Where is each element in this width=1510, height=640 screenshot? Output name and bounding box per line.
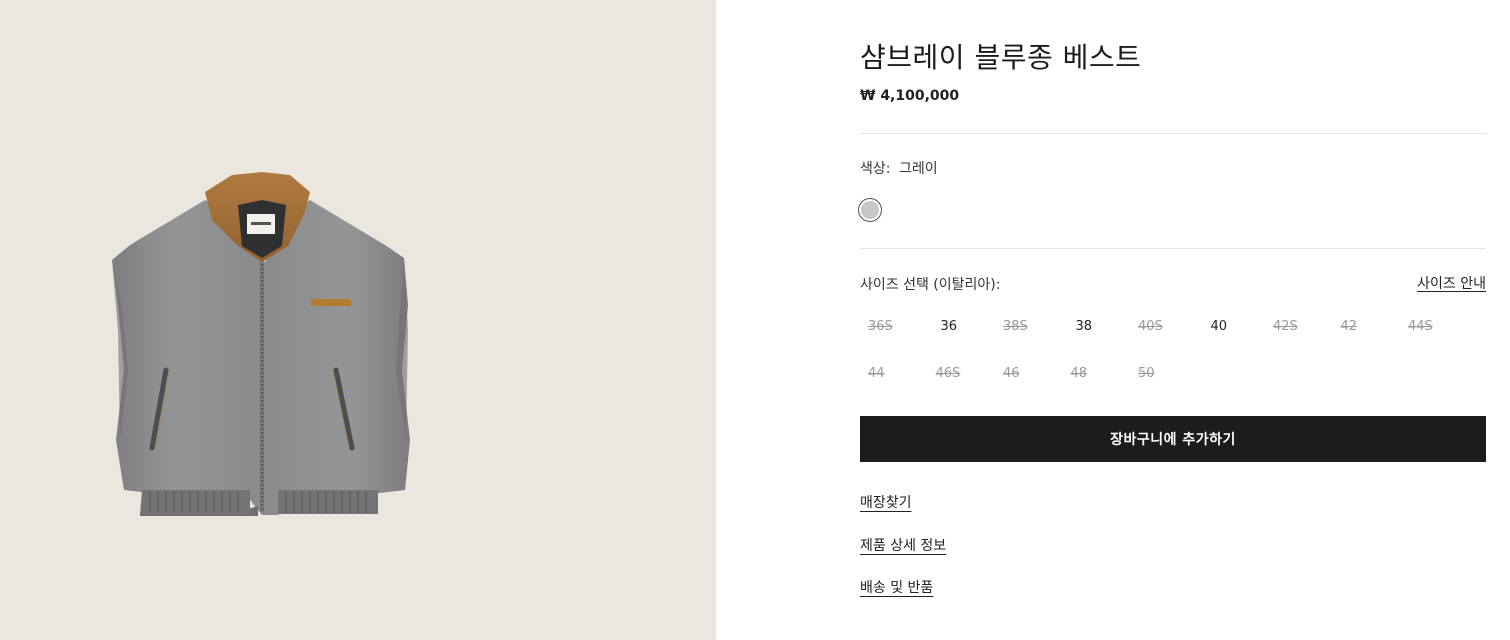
- store-finder-link[interactable]: 매장찾기: [860, 494, 912, 512]
- size-option-36s[interactable]: 36S: [860, 318, 928, 365]
- size-option-36[interactable]: 36: [928, 318, 996, 365]
- divider: [860, 133, 1486, 134]
- product-image-panel: [0, 0, 716, 640]
- size-option-50[interactable]: 50: [1130, 365, 1198, 412]
- product-details-link[interactable]: 제품 상세 정보: [860, 537, 946, 555]
- product-page: 샴브레이 블루종 베스트 ₩ 4,100,000 색상: 그레이 사이즈 선택 …: [0, 0, 1510, 640]
- product-title: 샴브레이 블루종 베스트: [860, 41, 1142, 74]
- divider: [860, 248, 1486, 249]
- product-image: [112, 172, 410, 516]
- size-option-42s[interactable]: 42S: [1265, 318, 1333, 365]
- product-price: ₩ 4,100,000: [860, 88, 960, 104]
- size-option-42[interactable]: 42: [1333, 318, 1401, 365]
- size-guide-link[interactable]: 사이즈 안내: [1417, 275, 1486, 293]
- size-options: 36S 36 38S 38 40S 40 42S 42 44S 44 46S 46 48 50: [860, 318, 1486, 412]
- size-option-46s[interactable]: 46S: [928, 365, 996, 412]
- size-option-40[interactable]: 40: [1198, 318, 1266, 365]
- color-value: 그레이: [898, 161, 938, 177]
- color-selection-label: 색상: 그레이: [860, 160, 942, 178]
- shipping-returns-link[interactable]: 배송 및 반품: [860, 579, 933, 597]
- size-select-label: 사이즈 선택 (이탈리아):: [860, 277, 1001, 293]
- size-option-46[interactable]: 46: [995, 365, 1063, 412]
- size-option-44s[interactable]: 44S: [1400, 318, 1468, 365]
- size-option-40s[interactable]: 40S: [1130, 318, 1198, 365]
- add-to-cart-button[interactable]: 장바구니에 추가하기: [860, 416, 1486, 462]
- color-label: 색상:: [860, 161, 891, 177]
- size-option-38[interactable]: 38: [1063, 318, 1131, 365]
- product-details-panel: 샴브레이 블루종 베스트 ₩ 4,100,000 색상: 그레이 사이즈 선택 …: [858, 0, 1486, 640]
- size-option-44[interactable]: 44: [860, 365, 928, 412]
- size-option-38s[interactable]: 38S: [995, 318, 1063, 365]
- color-swatch-grey[interactable]: [858, 198, 882, 222]
- size-option-48[interactable]: 48: [1063, 365, 1131, 412]
